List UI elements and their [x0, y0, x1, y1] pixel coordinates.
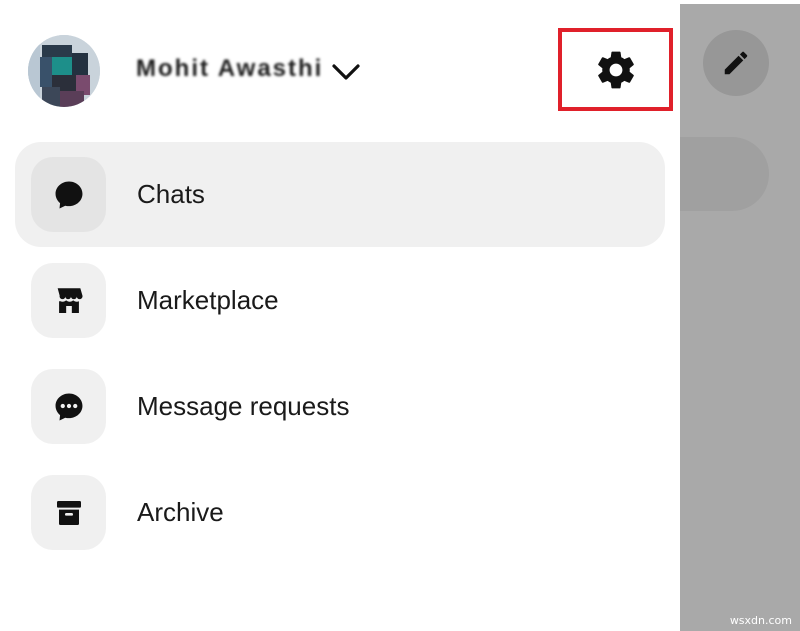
messenger-drawer-screen: wsxdn.com Mohit Awasthi Chats Marketplac…	[0, 0, 800, 631]
menu-label: Message requests	[137, 391, 350, 421]
menu-item-marketplace[interactable]: Marketplace	[15, 248, 665, 353]
archive-icon	[56, 500, 81, 525]
dimmed-background-panel[interactable]: wsxdn.com	[680, 4, 800, 631]
storefront-icon	[57, 287, 83, 313]
settings-highlight-box	[558, 28, 673, 111]
menu-item-archive[interactable]: Archive	[15, 460, 665, 565]
compose-button[interactable]	[703, 30, 769, 96]
message-requests-icon	[55, 393, 82, 420]
menu-icon-box	[31, 157, 106, 232]
menu-label: Marketplace	[137, 285, 279, 315]
menu-icon-box	[31, 263, 106, 338]
menu-label: Chats	[137, 179, 205, 209]
chevron-down-icon[interactable]	[330, 60, 362, 84]
account-name[interactable]: Mohit Awasthi	[136, 52, 323, 86]
pencil-icon	[724, 51, 748, 75]
watermark-text: wsxdn.com	[729, 614, 792, 627]
chat-bubble-icon	[55, 181, 82, 208]
menu-icon-box	[31, 475, 106, 550]
avatar[interactable]	[28, 35, 100, 107]
background-search-bar[interactable]	[680, 137, 769, 211]
menu-item-message-requests[interactable]: Message requests	[15, 354, 665, 459]
menu-label: Archive	[137, 497, 224, 527]
gear-icon[interactable]	[594, 48, 638, 92]
menu-item-chats[interactable]: Chats	[15, 142, 665, 247]
menu-icon-box	[31, 369, 106, 444]
